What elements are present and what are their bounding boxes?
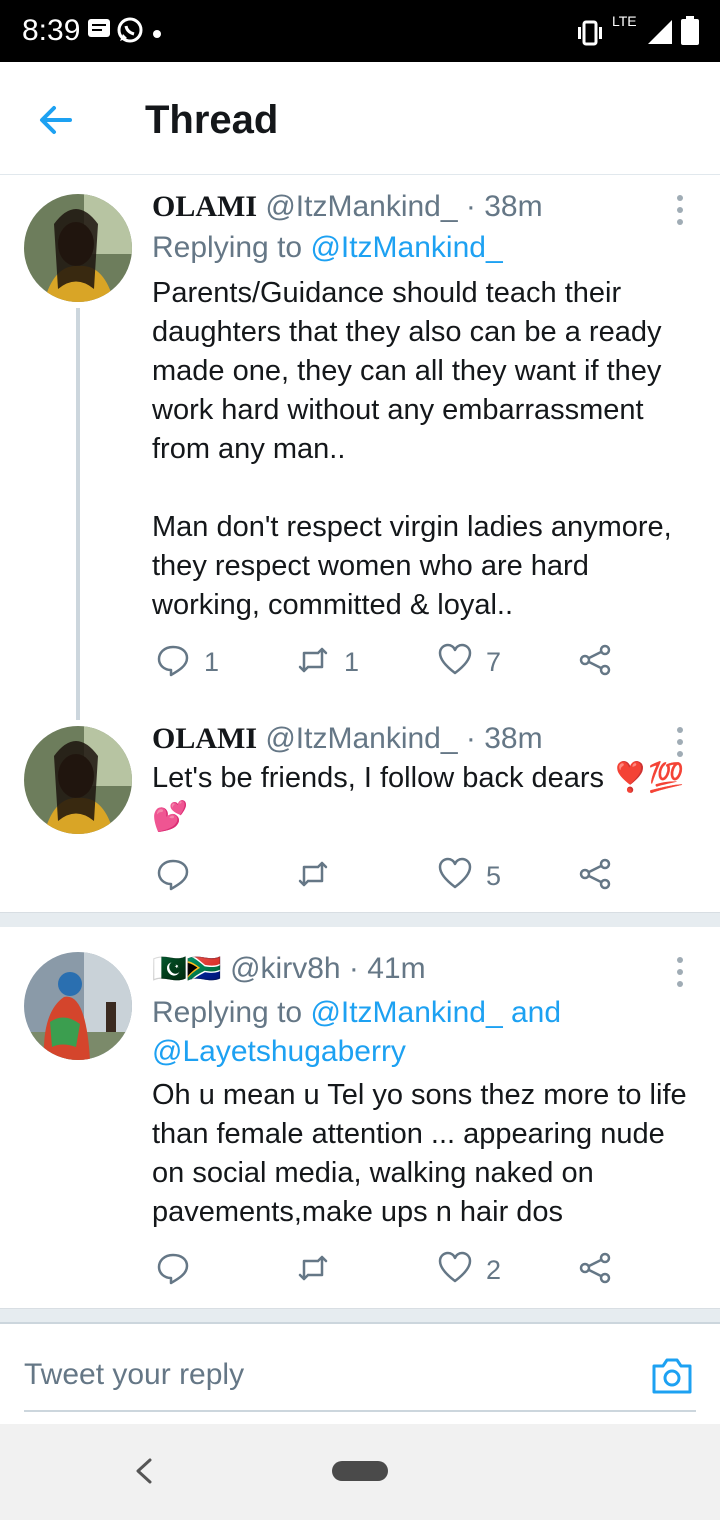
tweet-time: · 38m xyxy=(465,722,543,755)
user-handle[interactable]: @ItzMankind_ xyxy=(265,722,457,755)
share-icon xyxy=(578,857,612,896)
share-icon xyxy=(578,643,612,682)
nav-back-icon[interactable] xyxy=(132,1456,156,1486)
reply-icon xyxy=(156,857,190,896)
conversation-divider xyxy=(0,1308,720,1323)
share-icon xyxy=(578,1251,612,1290)
message-icon xyxy=(86,16,112,47)
replying-prefix: Replying to xyxy=(152,996,303,1029)
tweet-text: Let's be friends, I follow back dears ❣️… xyxy=(152,762,685,833)
avatar[interactable] xyxy=(24,194,132,302)
tweet[interactable]: OLAMI @ItzMankind_ · 38m Let's be friend… xyxy=(0,712,720,912)
replying-to: Replying to @ItzMankind_ and @Layetshuga… xyxy=(152,993,697,1071)
tweet-actions: 1 1 7 xyxy=(152,642,632,682)
tweet[interactable]: 🇵🇰🇿🇦 @kirv8h · 41m Replying to @ItzManki… xyxy=(0,926,720,1310)
retweet-icon xyxy=(296,1251,330,1290)
page-title: Thread xyxy=(145,98,279,142)
status-bar: 8:39 LTE xyxy=(0,0,720,62)
status-time: 8:39 xyxy=(22,14,81,47)
reply-button[interactable] xyxy=(156,856,190,896)
like-button[interactable]: 2 xyxy=(438,1250,501,1290)
app-bar: Thread xyxy=(0,62,720,175)
tweet-header: OLAMI @ItzMankind_ · 38m xyxy=(152,190,543,224)
retweet-icon xyxy=(296,643,330,682)
heart-icon xyxy=(438,1251,472,1290)
back-arrow-icon[interactable] xyxy=(36,100,76,140)
nav-home-pill[interactable] xyxy=(332,1461,388,1481)
reply-count: 1 xyxy=(204,646,220,677)
flags[interactable]: 🇵🇰🇿🇦 xyxy=(152,953,222,984)
network-label: LTE xyxy=(612,13,637,29)
more-options-icon[interactable] xyxy=(668,724,692,760)
replying-handle-link[interactable]: @ItzMankind_ xyxy=(310,996,502,1029)
retweet-button[interactable] xyxy=(296,856,330,896)
heart-icon xyxy=(438,857,472,896)
reply-input[interactable]: Tweet your reply xyxy=(24,1358,244,1392)
retweet-icon xyxy=(296,857,330,896)
replying-prefix: Replying to xyxy=(152,231,303,264)
more-options-icon[interactable] xyxy=(668,192,692,228)
avatar[interactable] xyxy=(24,726,132,834)
tweet-header: 🇵🇰🇿🇦 @kirv8h · 41m xyxy=(152,952,426,986)
dot-icon xyxy=(152,26,162,44)
tweet-text: Oh u mean u Tel yo sons thez more to lif… xyxy=(152,1079,687,1228)
reply-button[interactable]: 1 xyxy=(156,642,219,682)
tweet-actions: 5 xyxy=(152,856,632,896)
share-button[interactable] xyxy=(578,642,612,682)
tweet-time: · 41m xyxy=(348,952,426,985)
display-name[interactable]: OLAMI xyxy=(152,722,257,755)
tweet-actions: 2 xyxy=(152,1250,632,1290)
replying-handle-link-2[interactable]: @Layetshugaberry xyxy=(152,1035,406,1068)
retweet-count: 1 xyxy=(344,646,360,677)
reply-icon xyxy=(156,1251,190,1290)
replying-and: and xyxy=(510,996,562,1029)
like-count: 2 xyxy=(486,1254,502,1285)
user-handle[interactable]: @kirv8h xyxy=(230,952,340,985)
lte-icon: LTE xyxy=(612,14,637,28)
share-button[interactable] xyxy=(578,856,612,896)
like-button[interactable]: 7 xyxy=(438,642,501,682)
more-options-icon[interactable] xyxy=(668,954,692,990)
whatsapp-icon xyxy=(116,16,144,49)
replying-to: Replying to @ItzMankind_ xyxy=(152,231,503,265)
tweet-header: OLAMI @ItzMankind_ · 38m xyxy=(152,722,543,756)
vibrate-icon xyxy=(574,20,606,51)
battery-icon xyxy=(680,16,700,51)
share-button[interactable] xyxy=(578,1250,612,1290)
heart-icon xyxy=(438,643,472,682)
reply-underline xyxy=(24,1410,696,1412)
avatar[interactable] xyxy=(24,952,132,1060)
camera-icon[interactable] xyxy=(650,1354,694,1398)
tweet-text: Parents/Guidance should teach their daug… xyxy=(152,277,672,621)
like-button[interactable]: 5 xyxy=(438,856,501,896)
display-name[interactable]: OLAMI xyxy=(152,190,257,223)
tweet[interactable]: OLAMI @ItzMankind_ · 38m Replying to @It… xyxy=(0,174,720,714)
retweet-button[interactable]: 1 xyxy=(296,642,359,682)
like-count: 5 xyxy=(486,860,502,891)
reply-icon xyxy=(156,643,190,682)
signal-icon xyxy=(646,18,674,51)
reply-button[interactable] xyxy=(156,1250,190,1290)
retweet-button[interactable] xyxy=(296,1250,330,1290)
tweet-time: · 38m xyxy=(465,190,543,223)
user-handle[interactable]: @ItzMankind_ xyxy=(265,190,457,223)
like-count: 7 xyxy=(486,646,502,677)
replying-handle-link[interactable]: @ItzMankind_ xyxy=(310,231,502,264)
conversation-divider xyxy=(0,912,720,927)
